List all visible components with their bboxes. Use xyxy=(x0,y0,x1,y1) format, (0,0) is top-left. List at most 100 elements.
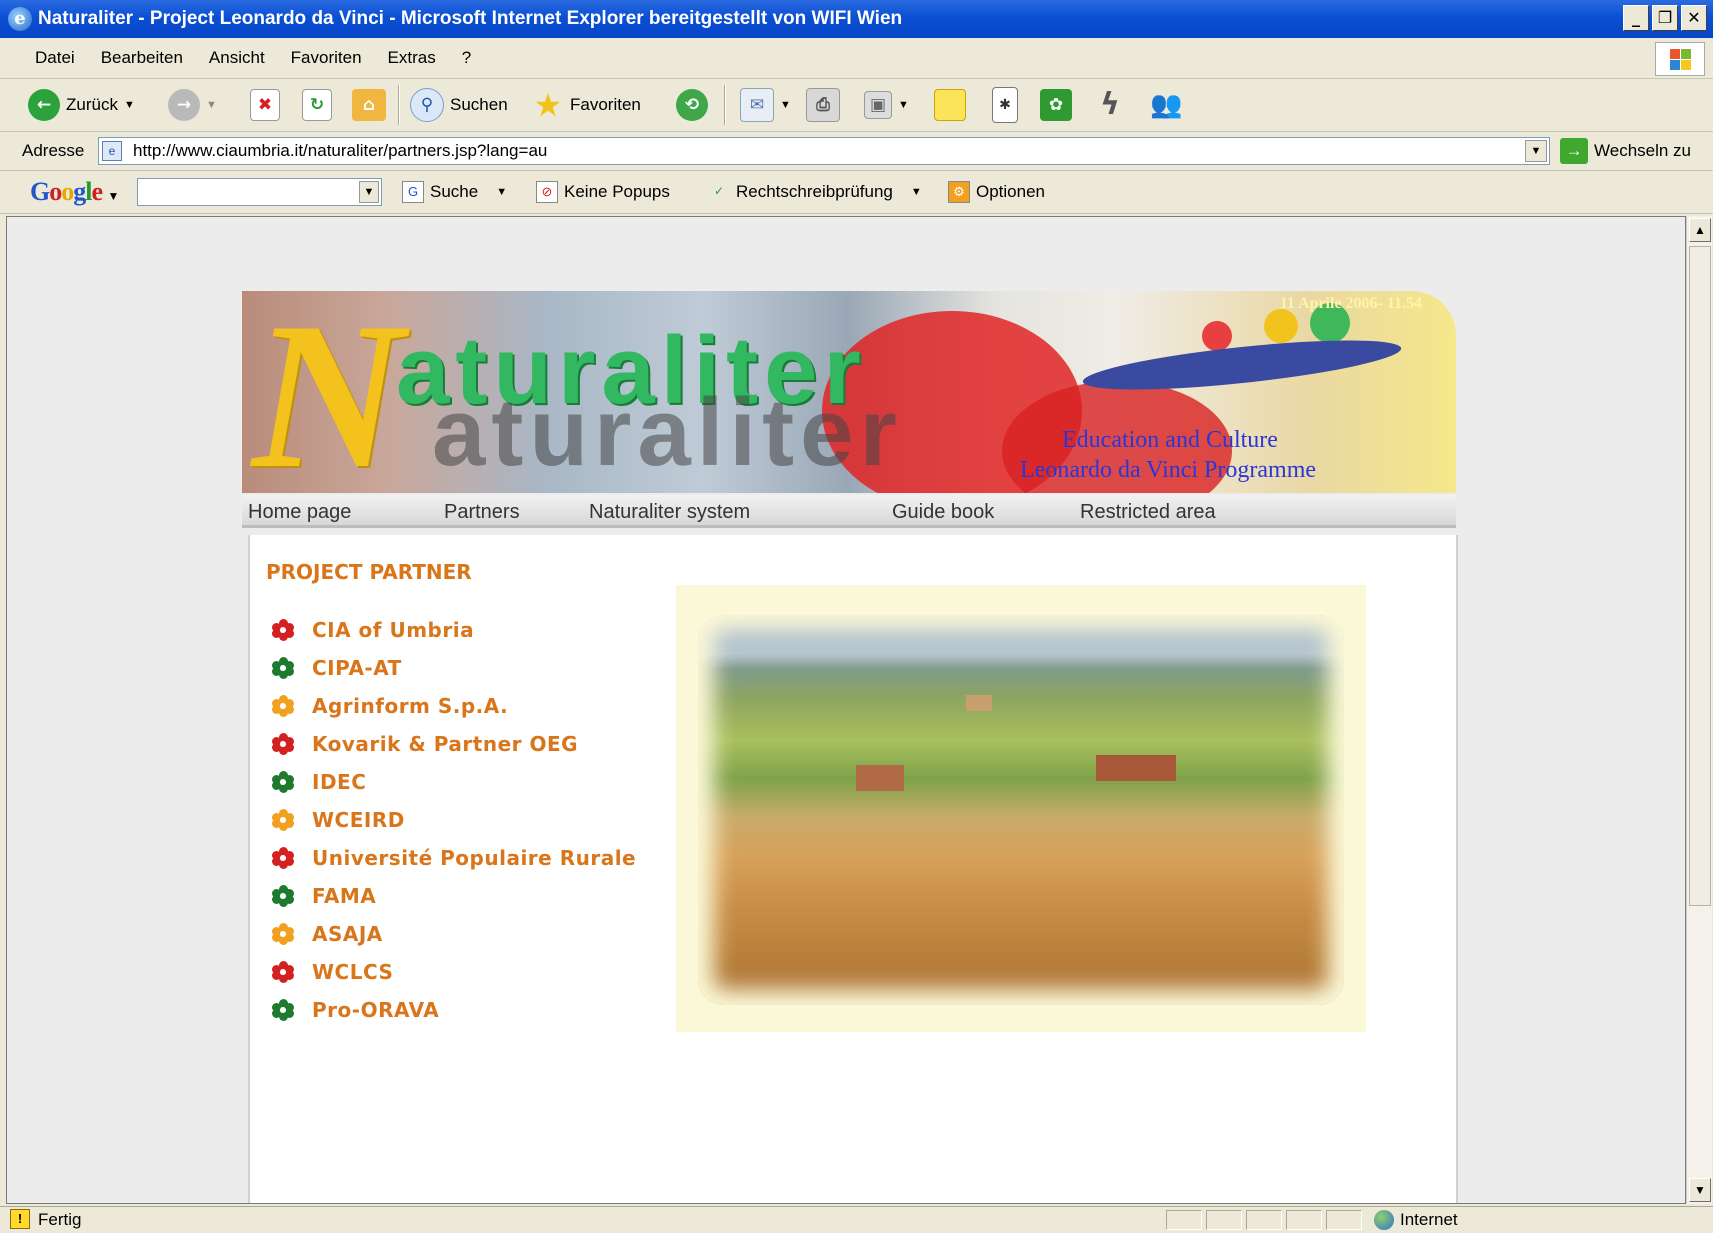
scroll-up-button[interactable]: ▲ xyxy=(1689,218,1711,242)
home-button[interactable]: ⌂ xyxy=(352,79,386,131)
partner-link[interactable]: ASAJA xyxy=(312,919,383,949)
go-label: Wechseln zu xyxy=(1594,141,1692,160)
history-button[interactable]: ⟲ xyxy=(676,79,708,131)
stop-button[interactable]: ✖ xyxy=(250,79,280,131)
flower-bullet-icon xyxy=(272,733,294,755)
google-search-dropdown-icon[interactable]: ▼ xyxy=(359,181,379,203)
google-logo-g: G xyxy=(30,177,50,206)
google-menu-dropdown-icon[interactable]: ▼ xyxy=(108,189,120,203)
spellcheck-button[interactable]: ✓ Rechtschreibprüfung ▼ xyxy=(708,171,922,213)
nav-naturaliter-system[interactable]: Naturaliter system xyxy=(589,495,750,529)
go-arrow-icon: → xyxy=(1560,138,1588,164)
contacts-button[interactable]: 👥 xyxy=(1150,79,1182,131)
partner-link[interactable]: Kovarik & Partner OEG xyxy=(312,729,578,759)
partner-item[interactable]: FAMA xyxy=(272,881,376,911)
farmhouse-graphic xyxy=(1096,755,1176,781)
partner-link[interactable]: WCLCS xyxy=(312,957,393,987)
partner-item[interactable]: IDEC xyxy=(272,767,366,797)
google-search-input[interactable]: ▼ xyxy=(137,178,382,206)
menu-favoriten[interactable]: Favoriten xyxy=(278,38,375,78)
partner-item[interactable]: Pro-ORAVA xyxy=(272,995,439,1025)
windows-logo-icon xyxy=(1655,42,1705,76)
partner-item[interactable]: WCEIRD xyxy=(272,805,405,835)
options-button[interactable]: ⚙ Optionen xyxy=(948,171,1045,213)
flash-button[interactable]: ϟ xyxy=(1094,79,1126,131)
flower-bullet-icon xyxy=(272,809,294,831)
forward-dropdown-icon[interactable]: ▼ xyxy=(206,99,217,111)
nav-guide-book[interactable]: Guide book xyxy=(892,495,994,529)
partner-link[interactable]: CIPA-AT xyxy=(312,653,402,683)
note-button[interactable] xyxy=(934,79,966,131)
back-dropdown-icon[interactable]: ▼ xyxy=(124,99,135,111)
zone-label: Internet xyxy=(1400,1210,1458,1229)
status-pane xyxy=(1206,1210,1242,1230)
partner-link[interactable]: CIA of Umbria xyxy=(312,615,474,645)
mail-dropdown-icon[interactable]: ▼ xyxy=(780,99,791,111)
mail-button[interactable]: ✉ ▼ xyxy=(740,79,791,131)
refresh-button[interactable]: ↻ xyxy=(302,79,332,131)
minimize-button[interactable]: _ xyxy=(1623,5,1649,31)
messenger-button[interactable]: ✱ xyxy=(992,79,1018,131)
nav-home[interactable]: Home page xyxy=(248,495,351,529)
popup-blocker-button[interactable]: ⊘ Keine Popups xyxy=(536,171,670,213)
stop-icon: ✖ xyxy=(250,89,280,121)
google-search-button[interactable]: G Suche ▼ xyxy=(402,171,507,213)
scroll-down-button[interactable]: ▼ xyxy=(1689,1178,1711,1202)
favorites-button[interactable]: ★ Favoriten xyxy=(532,79,641,131)
menu-datei[interactable]: Datei xyxy=(22,38,88,78)
warning-icon[interactable]: ! xyxy=(10,1209,30,1229)
partner-link[interactable]: Pro-ORAVA xyxy=(312,995,439,1025)
google-logo[interactable]: Google ▼ xyxy=(30,176,120,212)
history-icon: ⟲ xyxy=(676,89,708,121)
partner-link[interactable]: FAMA xyxy=(312,881,376,911)
address-url[interactable]: http://www.ciaumbria.it/naturaliter/part… xyxy=(133,138,547,164)
ie-icon[interactable]: e xyxy=(8,7,32,31)
toolbar-separator xyxy=(724,85,726,125)
address-input[interactable]: e http://www.ciaumbria.it/naturaliter/pa… xyxy=(98,137,1550,165)
popup-blocker-label: Keine Popups xyxy=(564,182,670,201)
nav-partners[interactable]: Partners xyxy=(444,495,520,529)
search-button[interactable]: ⚲ Suchen xyxy=(410,79,508,131)
edit-icon: ▣ xyxy=(864,91,892,119)
back-button[interactable]: ← Zurück ▼ xyxy=(28,79,135,131)
partner-link[interactable]: IDEC xyxy=(312,767,366,797)
partner-item[interactable]: CIA of Umbria xyxy=(272,615,474,645)
menu-extras[interactable]: Extras xyxy=(375,38,449,78)
banner-date: 11 Aprile 2006- 11.54 xyxy=(1279,295,1422,312)
address-dropdown-icon[interactable]: ▼ xyxy=(1525,140,1547,162)
partner-link[interactable]: WCEIRD xyxy=(312,805,405,835)
partner-item[interactable]: Université Populaire Rurale xyxy=(272,843,636,873)
edit-dropdown-icon[interactable]: ▼ xyxy=(898,99,909,111)
vertical-scrollbar[interactable]: ▲ ▼ xyxy=(1686,216,1712,1204)
icq-button[interactable]: ✿ xyxy=(1040,79,1072,131)
window-controls: _ ❐ ✕ xyxy=(1623,5,1707,31)
partner-link[interactable]: Agrinform S.p.A. xyxy=(312,691,508,721)
partner-item[interactable]: ASAJA xyxy=(272,919,383,949)
restore-button[interactable]: ❐ xyxy=(1652,5,1678,31)
menu-help[interactable]: ? xyxy=(449,38,484,78)
options-icon: ⚙ xyxy=(948,181,970,203)
partner-item[interactable]: CIPA-AT xyxy=(272,653,402,683)
close-button[interactable]: ✕ xyxy=(1681,5,1707,31)
partner-item[interactable]: Kovarik & Partner OEG xyxy=(272,729,578,759)
forward-button[interactable]: → ▼ xyxy=(168,79,217,131)
landscape-photo xyxy=(676,585,1366,1032)
google-logo-e: e xyxy=(91,177,103,206)
landscape-image xyxy=(698,615,1344,1005)
menu-bearbeiten[interactable]: Bearbeiten xyxy=(88,38,196,78)
go-button[interactable]: → Wechseln zu xyxy=(1560,138,1691,164)
search-icon: ⚲ xyxy=(410,88,444,122)
address-bar: Adresse e http://www.ciaumbria.it/natura… xyxy=(0,132,1713,171)
google-search-dropdown-icon[interactable]: ▼ xyxy=(496,171,507,213)
partner-link[interactable]: Université Populaire Rurale xyxy=(312,843,636,873)
spellcheck-label: Rechtschreibprüfung xyxy=(736,182,893,201)
spellcheck-dropdown-icon[interactable]: ▼ xyxy=(911,171,922,213)
print-button[interactable]: ⎙ xyxy=(806,79,840,131)
edit-button[interactable]: ▣ ▼ xyxy=(864,79,909,131)
menu-ansicht[interactable]: Ansicht xyxy=(196,38,278,78)
nav-restricted-area[interactable]: Restricted area xyxy=(1080,495,1216,529)
scroll-thumb[interactable] xyxy=(1689,246,1711,906)
partner-item[interactable]: WCLCS xyxy=(272,957,393,987)
eu-bird-logo xyxy=(1080,330,1404,400)
partner-item[interactable]: Agrinform S.p.A. xyxy=(272,691,508,721)
